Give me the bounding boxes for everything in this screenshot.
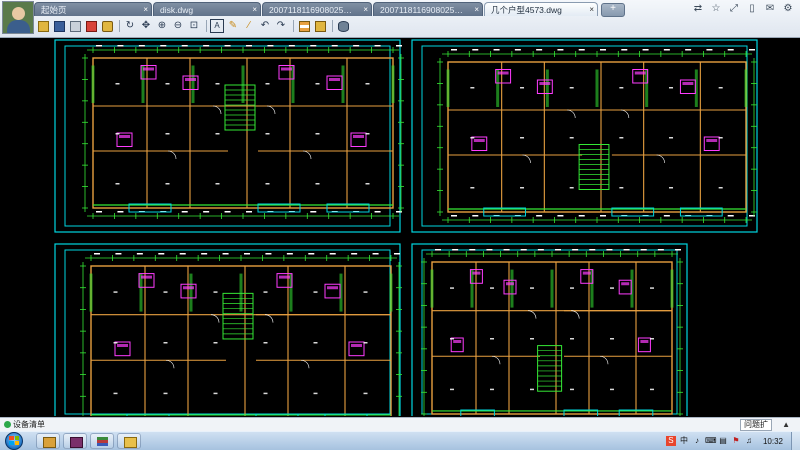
- open-icon[interactable]: ⤢: [726, 2, 742, 16]
- taskbar-media-player[interactable]: [63, 433, 87, 449]
- close-icon[interactable]: ×: [143, 3, 148, 16]
- tab-active-dwg[interactable]: 几个户型4573.dwg ×: [484, 2, 598, 16]
- undo-icon[interactable]: ↶: [258, 19, 272, 33]
- toolbar: ↻ ✥ ⊕ ⊖ ⊡ A ✎ ∕ ↶ ↷: [36, 17, 352, 35]
- volume-icon[interactable]: ♫: [744, 436, 754, 446]
- title-bar: 起始页 × disk.dwg × 20071181169080253886.d.…: [0, 0, 800, 38]
- line-icon[interactable]: ∕: [242, 19, 256, 33]
- tab-label: disk.dwg: [160, 5, 194, 15]
- flag-icon[interactable]: ⚑: [731, 436, 741, 446]
- window-controls: ⇄ ☆ ⤢ ▯ ✉ ⚙: [688, 2, 796, 16]
- floor-plan-sheet-4: [411, 243, 688, 416]
- taskbar-stack-app[interactable]: [90, 433, 114, 449]
- cad-drawing: [54, 39, 758, 416]
- zoom-out-icon[interactable]: ⊖: [171, 19, 185, 33]
- input-s-icon[interactable]: S: [665, 436, 676, 446]
- message-icon[interactable]: ✉: [762, 2, 778, 16]
- status-bar: 设备清单 问题扩 ▲: [0, 417, 800, 431]
- share-icon[interactable]: ⇄: [690, 2, 706, 16]
- clock[interactable]: 10:32: [763, 437, 783, 446]
- close-icon[interactable]: ×: [252, 3, 257, 16]
- toolbar-separator: [332, 20, 333, 32]
- toolbar-separator: [119, 20, 120, 32]
- zoom-in-icon[interactable]: ⊕: [155, 19, 169, 33]
- network-icon[interactable]: ▤: [718, 436, 728, 446]
- equipment-list-link[interactable]: 设备清单: [13, 418, 45, 431]
- keyboard-icon[interactable]: ⌨: [705, 436, 717, 446]
- chevron-up-icon[interactable]: ▲: [782, 418, 790, 431]
- floor-plan-sheet-1: [54, 39, 404, 233]
- settings-icon[interactable]: ⚙: [780, 2, 796, 16]
- lock-icon[interactable]: [100, 19, 114, 33]
- toolbar-separator: [293, 20, 294, 32]
- redo-icon[interactable]: ↷: [274, 19, 288, 33]
- taskbar: S 中 ♪ ⌨ ▤ ⚑ ♫ 10:32: [0, 431, 800, 450]
- layout-icon[interactable]: [313, 19, 327, 33]
- tab-disk-dwg[interactable]: disk.dwg ×: [153, 2, 261, 16]
- avatar-body: [7, 20, 30, 33]
- new-tab-button[interactable]: +: [601, 3, 625, 17]
- toolbar-separator: [206, 20, 207, 32]
- start-button[interactable]: [2, 432, 28, 450]
- close-icon[interactable]: ×: [363, 3, 368, 16]
- close-icon[interactable]: ×: [589, 3, 594, 16]
- user-avatar[interactable]: [2, 1, 34, 34]
- avatar-head: [12, 7, 25, 20]
- floor-plan-sheet-2: [411, 39, 758, 233]
- close-icon[interactable]: ×: [474, 3, 479, 16]
- tab-start-page[interactable]: 起始页 ×: [34, 2, 152, 16]
- show-desktop-button[interactable]: [791, 432, 800, 450]
- open-folder-icon[interactable]: [36, 19, 50, 33]
- tab-label: 20071181169080253886.d...: [380, 5, 464, 15]
- taskbar-folder-app[interactable]: [117, 433, 141, 449]
- print-icon[interactable]: [68, 19, 82, 33]
- block-icon[interactable]: [336, 19, 350, 33]
- export-pdf-icon[interactable]: [84, 19, 98, 33]
- taskbar-browser[interactable]: [36, 433, 60, 449]
- zoom-extents-icon[interactable]: ⊡: [187, 19, 201, 33]
- floor-plan-sheet-3: [54, 243, 402, 416]
- layers-icon[interactable]: [297, 19, 311, 33]
- pencil-icon[interactable]: ✎: [226, 19, 240, 33]
- feedback-button[interactable]: 问题扩: [740, 419, 772, 431]
- text-icon[interactable]: A: [210, 19, 224, 33]
- pan-icon[interactable]: ✥: [139, 19, 153, 33]
- drawing-canvas[interactable]: [0, 38, 800, 416]
- tab-label: 起始页: [41, 5, 67, 15]
- zh-icon[interactable]: 中: [679, 436, 689, 446]
- tab-dwg-4[interactable]: 20071181169080253886.d... ×: [373, 2, 483, 16]
- windows-flag-icon: [9, 436, 19, 445]
- tab-label: 几个户型4573.dwg: [491, 5, 562, 15]
- rotate-icon[interactable]: ↻: [123, 19, 137, 33]
- status-dot-icon: [4, 421, 11, 428]
- star-icon[interactable]: ☆: [708, 2, 724, 16]
- mic-icon[interactable]: ♪: [692, 436, 702, 446]
- tab-dwg-3[interactable]: 20071181169080253886.d... ×: [262, 2, 372, 16]
- phone-icon[interactable]: ▯: [744, 2, 760, 16]
- save-icon[interactable]: [52, 19, 66, 33]
- system-tray: S 中 ♪ ⌨ ▤ ⚑ ♫ 10:32: [665, 432, 800, 450]
- tab-label: 20071181169080253886.d...: [269, 5, 353, 15]
- tab-strip: 起始页 × disk.dwg × 20071181169080253886.d.…: [34, 2, 625, 17]
